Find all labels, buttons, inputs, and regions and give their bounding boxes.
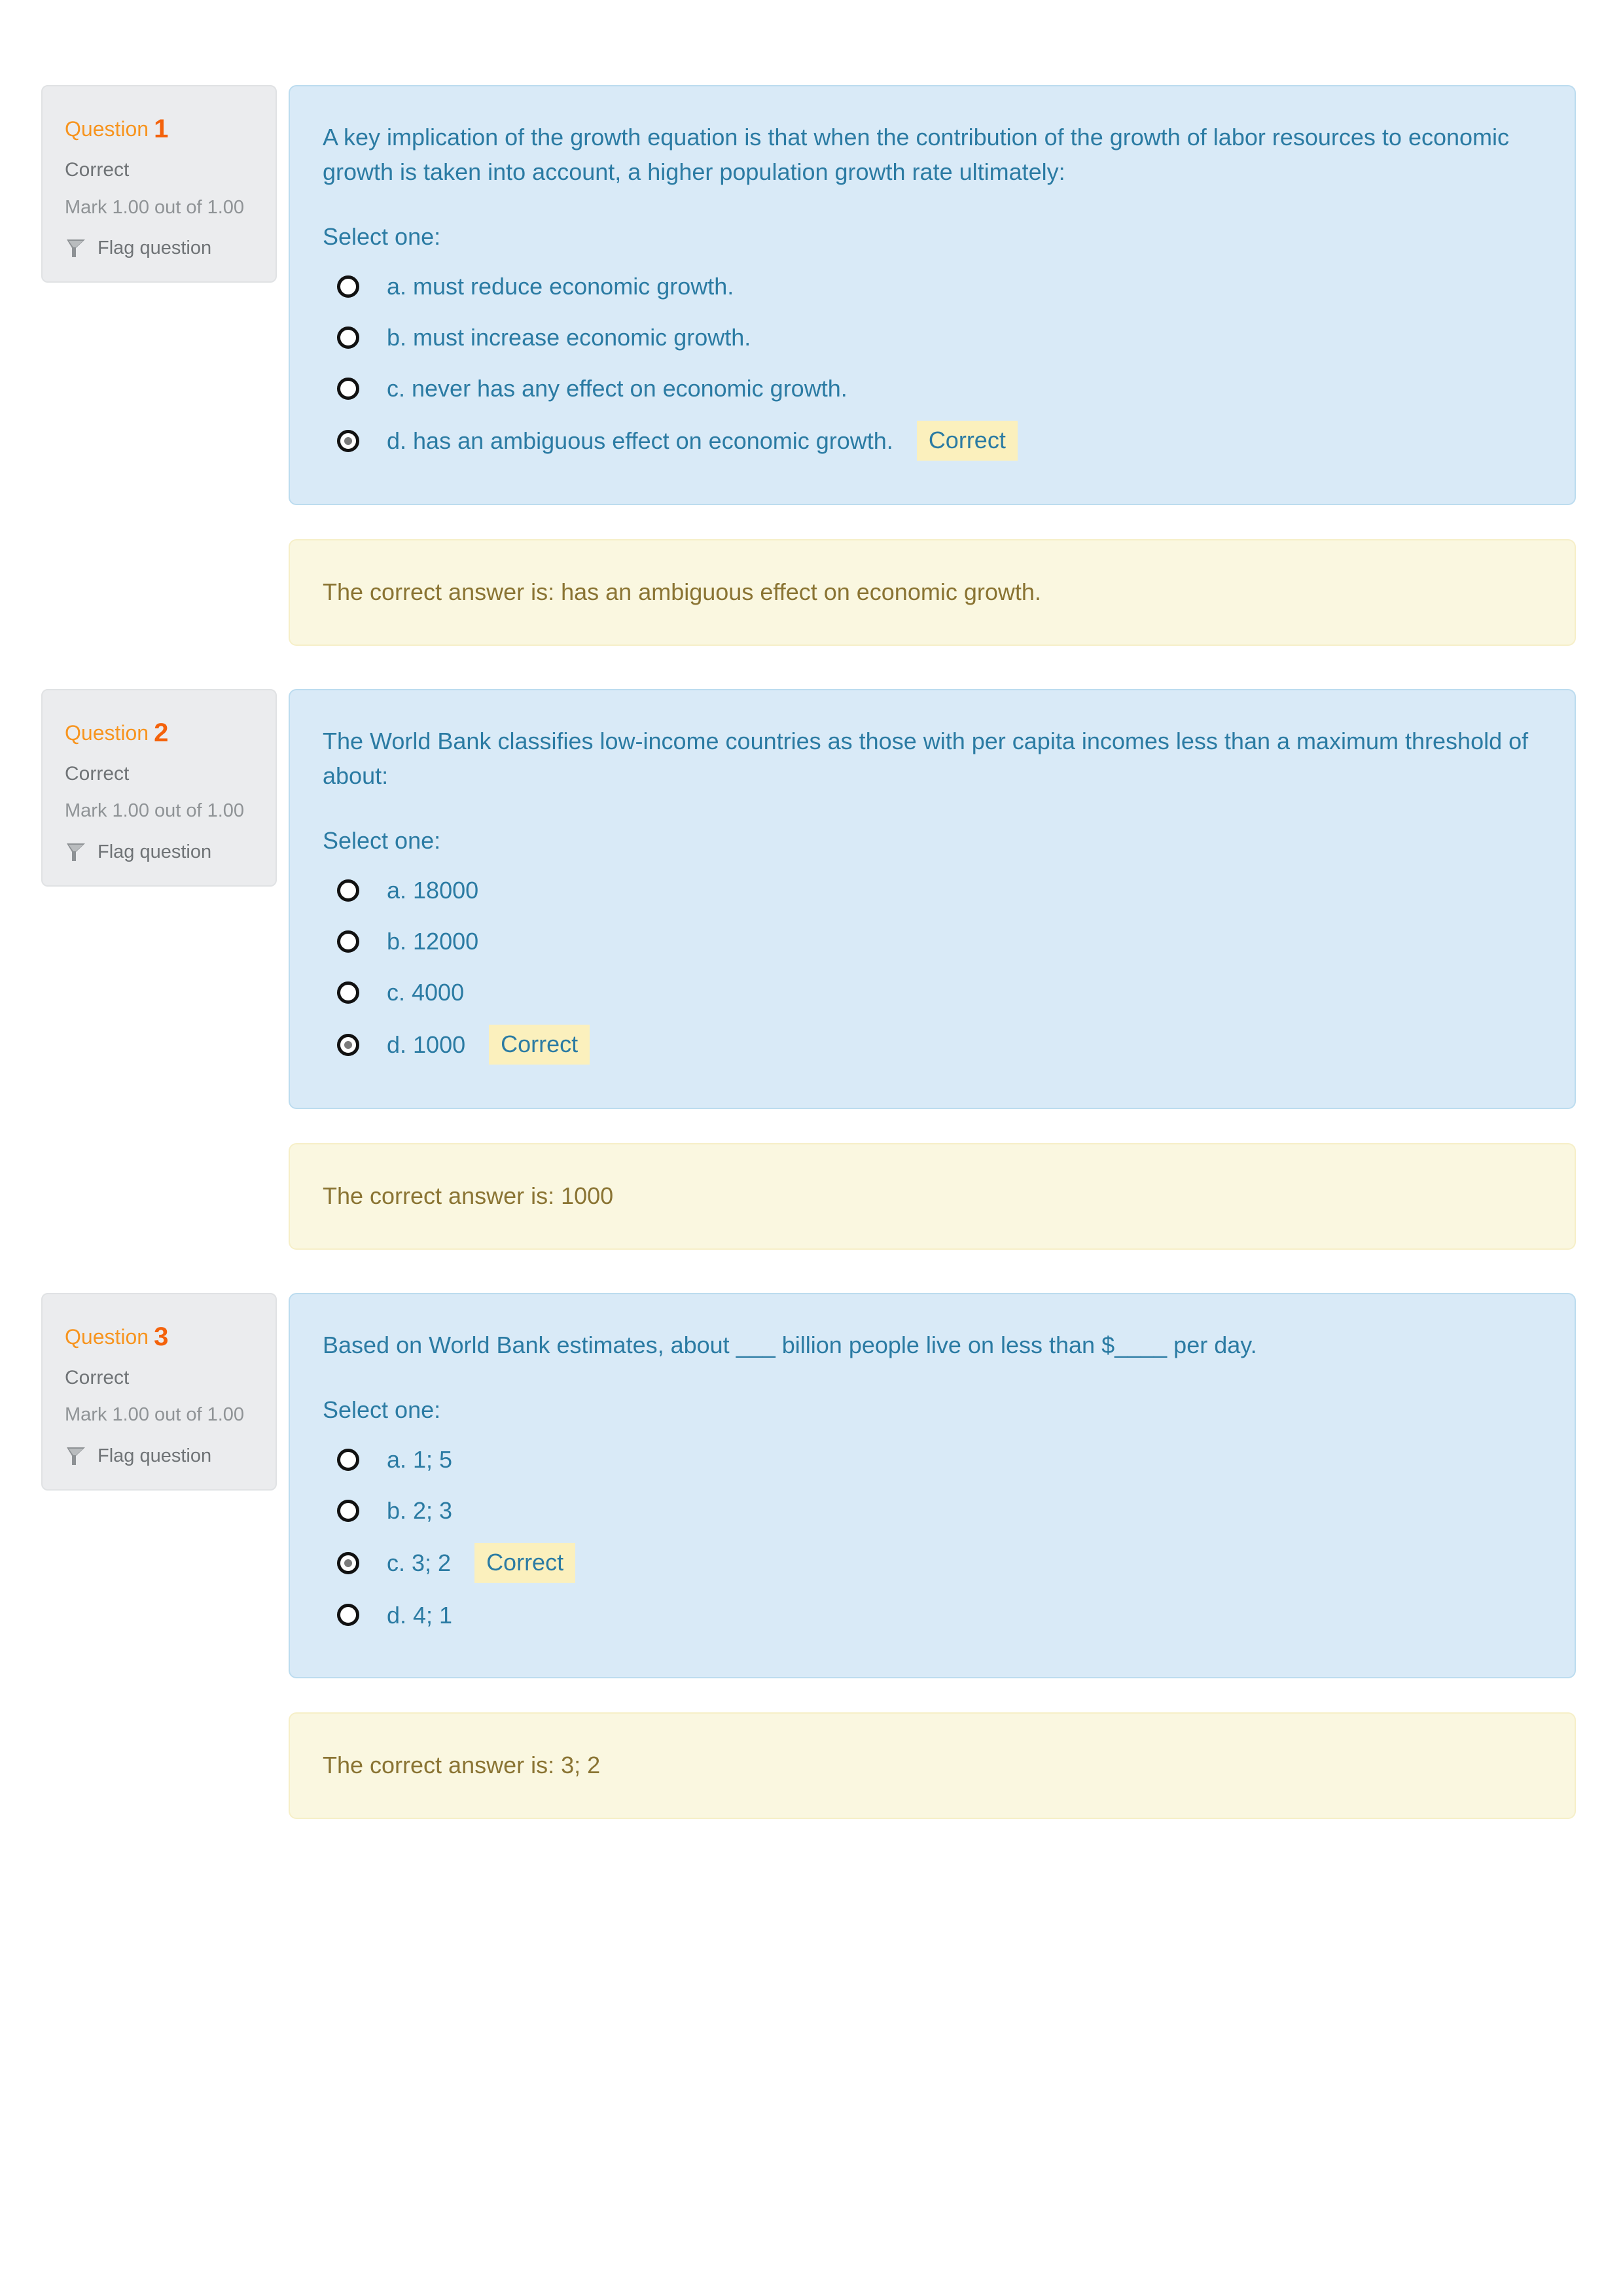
answer-option-2a[interactable]: a. 18000 <box>323 865 1542 916</box>
question-info-panel-2: Question 2 Correct Mark 1.00 out of 1.00 … <box>41 688 277 887</box>
status-badge-1d: Correct <box>916 421 1018 461</box>
question-content-3: Based on World Bank estimates, about ___… <box>289 1292 1576 1820</box>
answer-option-1b[interactable]: b. must increase economic growth. <box>323 312 1542 363</box>
flag-question-label-3: Flag question <box>98 1445 212 1466</box>
radio-button-3d[interactable] <box>337 1604 359 1627</box>
flag-question-label-2: Flag question <box>98 841 212 862</box>
question-word-label: Question <box>65 720 149 745</box>
question-number-value: 3 <box>154 1322 169 1351</box>
feedback-panel-1: The correct answer is: has an ambiguous … <box>289 539 1576 646</box>
answer-label-2d: d. 1000 <box>387 1031 466 1058</box>
question-grade-2: Mark 1.00 out of 1.00 <box>65 800 245 822</box>
radio-button-2c[interactable] <box>337 981 359 1004</box>
radio-button-1b[interactable] <box>337 327 359 349</box>
flag-icon <box>65 237 87 259</box>
answer-list-3: a. 1; 5 b. 2; 3 c. 3; 2 Correct d. 4; 1 <box>323 1434 1542 1640</box>
answer-option-3d[interactable]: d. 4; 1 <box>323 1589 1542 1640</box>
answer-option-1d[interactable]: d. has an ambiguous effect on economic g… <box>323 414 1542 467</box>
question-state-2: Correct <box>65 762 130 785</box>
question-number-value: 2 <box>154 718 169 747</box>
answer-option-3a[interactable]: a. 1; 5 <box>323 1434 1542 1485</box>
flag-question-label-1: Flag question <box>98 237 212 258</box>
answer-label-1a: a. must reduce economic growth. <box>387 273 734 300</box>
radio-button-1d[interactable] <box>337 429 359 452</box>
question-stem-3: Based on World Bank estimates, about ___… <box>323 1331 1257 1358</box>
select-one-label-1: Select one: <box>323 222 441 250</box>
answer-label-2b: b. 12000 <box>387 928 479 955</box>
answer-label-2c: c. 4000 <box>387 979 465 1006</box>
question-panel-3: Based on World Bank estimates, about ___… <box>289 1292 1576 1679</box>
question-info-panel-3: Question 3 Correct Mark 1.00 out of 1.00 … <box>41 1292 277 1491</box>
question-block-3: Question 3 Correct Mark 1.00 out of 1.00 … <box>0 1292 1623 1820</box>
answer-label-1d: d. has an ambiguous effect on economic g… <box>387 427 893 454</box>
answer-label-2a: a. 18000 <box>387 877 479 904</box>
answer-option-1a[interactable]: a. must reduce economic growth. <box>323 261 1542 312</box>
question-panel-1: A key implication of the growth equation… <box>289 85 1576 506</box>
feedback-panel-3: The correct answer is: 3; 2 <box>289 1712 1576 1820</box>
answer-label-3b: b. 2; 3 <box>387 1497 453 1525</box>
feedback-panel-2: The correct answer is: 1000 <box>289 1143 1576 1250</box>
question-number-heading-2: Question 2 <box>65 716 253 749</box>
answer-label-1b: b. must increase economic growth. <box>387 324 751 351</box>
answer-option-2b[interactable]: b. 12000 <box>323 916 1542 967</box>
status-badge-3c: Correct <box>474 1543 576 1583</box>
question-grade-3: Mark 1.00 out of 1.00 <box>65 1404 245 1426</box>
flag-question-control-1[interactable]: Flag question <box>65 237 253 259</box>
answer-option-3c[interactable]: c. 3; 2 Correct <box>323 1536 1542 1589</box>
question-stem-2: The World Bank classifies low-income cou… <box>323 727 1529 789</box>
flag-question-control-2[interactable]: Flag question <box>65 841 253 863</box>
answer-label-3a: a. 1; 5 <box>387 1446 453 1474</box>
question-block-1: Question 1 Correct Mark 1.00 out of 1.00 … <box>0 85 1623 646</box>
question-state-1: Correct <box>65 159 130 181</box>
radio-button-1c[interactable] <box>337 378 359 400</box>
radio-button-2b[interactable] <box>337 930 359 953</box>
question-state-3: Correct <box>65 1366 130 1388</box>
radio-button-3a[interactable] <box>337 1449 359 1472</box>
question-word-label: Question <box>65 117 149 141</box>
question-number-heading-1: Question 1 <box>65 113 253 145</box>
question-stem-1: A key implication of the growth equation… <box>323 124 1510 185</box>
question-grade-1: Mark 1.00 out of 1.00 <box>65 196 245 218</box>
question-word-label: Question <box>65 1324 149 1349</box>
question-block-2: Question 2 Correct Mark 1.00 out of 1.00 … <box>0 688 1623 1250</box>
status-badge-2d: Correct <box>489 1024 590 1065</box>
quiz-review-page: Question 1 Correct Mark 1.00 out of 1.00 … <box>0 0 1623 2296</box>
answer-label-3d: d. 4; 1 <box>387 1601 453 1629</box>
question-info-panel-1: Question 1 Correct Mark 1.00 out of 1.00 … <box>41 85 277 283</box>
radio-button-2a[interactable] <box>337 879 359 902</box>
question-number-value: 1 <box>154 115 169 143</box>
select-one-label-2: Select one: <box>323 826 441 854</box>
question-number-heading-3: Question 3 <box>65 1320 253 1353</box>
radio-button-3b[interactable] <box>337 1500 359 1523</box>
radio-button-2d[interactable] <box>337 1033 359 1056</box>
radio-button-1a[interactable] <box>337 275 359 298</box>
answer-label-1c: c. never has any effect on economic grow… <box>387 375 847 402</box>
flag-question-control-3[interactable]: Flag question <box>65 1445 253 1467</box>
flag-icon <box>65 1445 87 1467</box>
answer-option-2d[interactable]: d. 1000 Correct <box>323 1018 1542 1071</box>
answer-list-2: a. 18000 b. 12000 c. 4000 d. 1000 Correc… <box>323 865 1542 1071</box>
flag-icon <box>65 841 87 863</box>
answer-label-3c: c. 3; 2 <box>387 1549 452 1577</box>
question-content-2: The World Bank classifies low-income cou… <box>289 688 1576 1250</box>
radio-button-3c[interactable] <box>337 1551 359 1574</box>
select-one-label-3: Select one: <box>323 1396 441 1423</box>
answer-option-1c[interactable]: c. never has any effect on economic grow… <box>323 363 1542 414</box>
answer-option-2c[interactable]: c. 4000 <box>323 967 1542 1018</box>
question-content-1: A key implication of the growth equation… <box>289 85 1576 646</box>
answer-option-3b[interactable]: b. 2; 3 <box>323 1485 1542 1536</box>
question-panel-2: The World Bank classifies low-income cou… <box>289 688 1576 1110</box>
answer-list-1: a. must reduce economic growth. b. must … <box>323 261 1542 467</box>
